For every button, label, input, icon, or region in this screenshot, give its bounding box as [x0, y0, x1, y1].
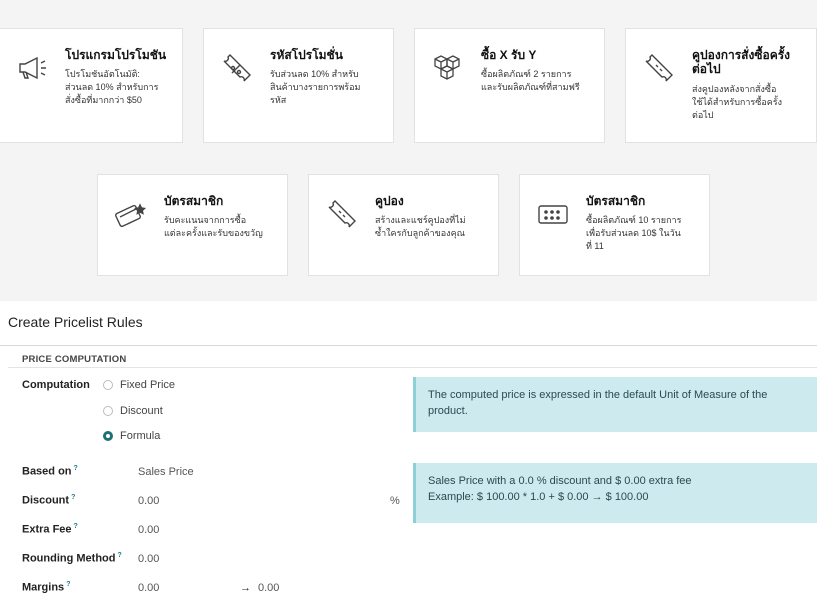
radio-formula[interactable]: Formula: [103, 430, 160, 442]
arrow-right-icon: →: [240, 582, 251, 594]
extra-fee-input[interactable]: 0.00: [138, 524, 159, 536]
card-desc: ใช้ได้สำหรับการซื้อครั้ง ต่อไป: [692, 97, 782, 120]
computation-label: Computation: [22, 379, 90, 391]
card-desc: แต่ละครั้งและรับของขวัญ: [164, 228, 263, 238]
extra-fee-label: Extra Fee?: [22, 523, 78, 536]
uom-info-box: The computed price is expressed in the d…: [413, 377, 817, 432]
radio-circle[interactable]: [103, 380, 113, 390]
card-buy-x-get-y[interactable]: ซื้อ X รับ Y ซื้อผลิตภัณฑ์ 2 รายการ และร…: [414, 28, 605, 143]
loyalty-card-icon: [115, 203, 147, 228]
rounding-method-label: Rounding Method?: [22, 552, 122, 565]
card-desc: รับส่วนลด 10% สำหรับ: [270, 69, 359, 79]
boxes-icon: [434, 55, 460, 80]
coupon-percent-icon: [223, 54, 251, 82]
rounding-method-input[interactable]: 0.00: [138, 553, 159, 565]
discount-label: Discount?: [22, 494, 76, 507]
margins-label: Margins?: [22, 581, 71, 594]
radio-label: Discount: [120, 405, 163, 417]
card-loyalty[interactable]: บัตรสมาชิก รับคะแนนจากการซื้อ แต่ละครั้ง…: [97, 174, 288, 276]
card-desc: ซ้ำใครกับลูกค้าของคุณ: [375, 228, 465, 238]
dialog-title: Create Pricelist Rules: [8, 314, 143, 330]
card-desc: รับคะแนนจากการซื้อ: [164, 215, 247, 225]
card-desc: เพื่อรับส่วนลด 10$ ในวัน ที่ 11: [586, 228, 681, 251]
card-desc: สินค้าบางรายการพร้อม รหัส: [270, 82, 361, 105]
help-icon[interactable]: ?: [71, 494, 75, 501]
percent-unit: %: [390, 495, 400, 507]
radio-fixed-price[interactable]: Fixed Price: [103, 379, 175, 391]
radio-label: Formula: [120, 430, 161, 442]
card-title: โปรแกรมโปรโมชัน: [65, 48, 167, 62]
help-icon[interactable]: ?: [74, 523, 78, 530]
based-on-select[interactable]: Sales Price: [138, 466, 194, 478]
info-text: The computed price is expressed in the d…: [428, 389, 768, 417]
help-icon[interactable]: ?: [117, 552, 121, 559]
card-title: รหัสโปรโมชั่น: [270, 48, 343, 62]
card-desc: ซื้อผลิตภัณฑ์ 2 รายการ: [481, 69, 572, 79]
pricelist-rules-dialog: Create Pricelist Rules PRICE COMPUTATION…: [0, 301, 817, 602]
radio-circle[interactable]: [103, 406, 113, 416]
card-desc: โปรโมชันอัตโนมัติ:: [65, 69, 140, 79]
card-coupons[interactable]: คูปอง สร้างและแชร์คูปองที่ไม่ ซ้ำใครกับล…: [308, 174, 499, 276]
card-desc: ส่งคูปองหลังจากสั่งซื้อ: [692, 84, 777, 94]
card-desc: ส่วนลด 10% สำหรับการ สั่งซื้อที่มากกว่า …: [65, 82, 159, 105]
help-icon[interactable]: ?: [66, 581, 70, 588]
radio-label: Fixed Price: [120, 379, 176, 391]
ticket-icon: [645, 54, 673, 82]
help-icon[interactable]: ?: [74, 465, 78, 472]
card-promotion-program[interactable]: โปรแกรมโปรโมชัน โปรโมชันอัตโนมัติ: ส่วนล…: [0, 28, 183, 143]
discount-input[interactable]: 0.00: [138, 495, 159, 507]
divider: [8, 367, 817, 368]
card-title: คูปองการสั่งซื้อครั้งต่อไป: [692, 48, 791, 76]
card-promo-code[interactable]: รหัสโปรโมชั่น รับส่วนลด 10% สำหรับ สินค้…: [203, 28, 394, 143]
section-heading: PRICE COMPUTATION: [22, 354, 127, 365]
megaphone-icon: [19, 56, 46, 80]
formula-example-box: Sales Price with a 0.0 % discount and $ …: [413, 463, 817, 523]
card-title: บัตรสมาชิก: [164, 194, 224, 208]
card-title: คูปอง: [375, 194, 404, 208]
margin-min-input[interactable]: 0.00: [138, 582, 159, 594]
coupon-icon: [328, 200, 356, 228]
card-next-order-coupon[interactable]: คูปองการสั่งซื้อครั้งต่อไป ส่งคูปองหลังจ…: [625, 28, 817, 143]
margin-max-input[interactable]: 0.00: [258, 582, 279, 594]
card-desc: และรับผลิตภัณฑ์ที่สามฟรี: [481, 82, 580, 92]
card-title: บัตรสมาชิก: [586, 194, 646, 208]
info-text: Example: $ 100.00 * 1.0 + $ 0.00 → $ 100…: [428, 491, 649, 503]
stamp-card-icon: [538, 205, 568, 224]
card-desc: ซื้อผลิตภัณฑ์ 10 รายการ: [586, 215, 682, 225]
card-stamp-loyalty[interactable]: บัตรสมาชิก ซื้อผลิตภัณฑ์ 10 รายการ เพื่อ…: [519, 174, 710, 276]
based-on-label: Based on?: [22, 465, 78, 478]
card-title: ซื้อ X รับ Y: [481, 48, 537, 62]
radio-discount[interactable]: Discount: [103, 405, 163, 417]
card-desc: สร้างและแชร์คูปองที่ไม่: [375, 215, 466, 225]
radio-circle-selected[interactable]: [103, 431, 113, 441]
info-text: Sales Price with a 0.0 % discount and $ …: [428, 475, 692, 487]
divider: [0, 345, 817, 346]
